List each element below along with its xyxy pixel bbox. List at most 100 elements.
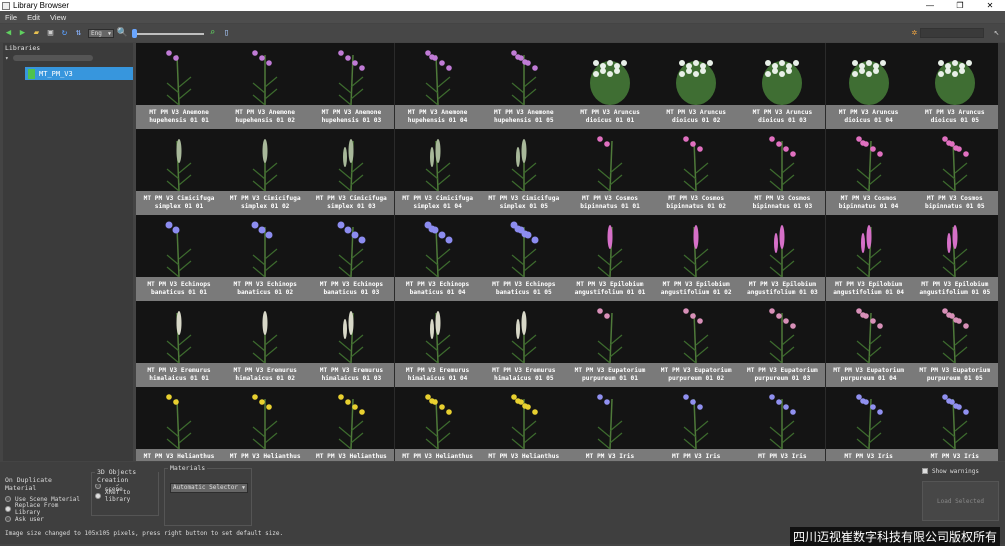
plant-thumbnail[interactable]: MT PM V3 Eupatorium purpureum 01 02 [653,301,740,387]
plant-thumbnail[interactable]: MT PM V3 Cosmos bipinnatus 01 02 [653,129,740,215]
plant-thumbnail[interactable]: MT PM V3 Echinops banaticus 01 02 [222,215,309,301]
plant-thumbnail[interactable]: MT PM V3 Cimicifuga simplex 01 03 [308,129,395,215]
plant-thumbnail[interactable]: MT PM V3 Cosmos bipinnatus 01 03 [739,129,826,215]
plant-thumbnail[interactable]: MT PM V3 Aruncus dioicus 01 01 [567,43,653,129]
plant-thumbnail[interactable]: MT PM V3 Epilobium angustifolium 01 04 [825,215,912,301]
option-label: XRef to library [104,489,131,503]
vertical-scrollbar[interactable] [998,43,1005,461]
option-label: Ask user [15,515,44,523]
plant-thumbnail[interactable]: MT PM V3 Eupatorium purpureum 01 03 [739,301,826,387]
plant-thumbnail[interactable]: MT PM V3 Aruncus dioicus 01 03 [739,43,826,129]
plant-thumbnail[interactable]: MT PM V3 Eremurus himalaicus 01 01 [136,301,222,387]
plant-thumbnail[interactable]: MT PM V3 Eupatorium purpureum 01 05 [911,301,998,387]
plant-thumbnail[interactable]: MT PM V3 Anemone hupehensis 01 03 [308,43,395,129]
plant-thumbnail[interactable]: MT PM V3 Echinops banaticus 01 01 [136,215,222,301]
save-icon[interactable]: ▣ [45,28,56,39]
plant-preview-image [252,311,278,364]
search-input[interactable] [920,28,984,38]
plant-thumbnail[interactable]: MT PM V3 Eupatorium purpureum 01 01 [567,301,653,387]
plant-preview-image [165,221,192,278]
materials-select[interactable]: Automatic Selector ▼ [170,483,248,493]
library-item-mt-pm-v3[interactable]: MT_PM_V3 [25,67,133,80]
plant-thumbnail[interactable]: MT PM V3 Echinops banaticus 01 03 [308,215,395,301]
thumbnail-size-slider[interactable] [132,28,204,38]
plant-thumbnail[interactable]: MT PM V3 Anemone hupehensis 01 04 [394,43,481,129]
zoom-in-icon[interactable]: ⌕ [207,28,218,39]
plant-thumbnail[interactable]: MT PM V3 Eremurus himalaicus 01 02 [222,301,309,387]
plant-thumbnail[interactable]: MT PM V3 Echinops banaticus 01 05 [480,215,567,301]
cursor-icon[interactable]: ↖ [991,28,1002,39]
forward-arrow-icon[interactable]: ▶ [17,28,28,39]
plant-thumbnail[interactable]: MT PM V3 Eremurus himalaicus 01 03 [308,301,395,387]
plant-thumbnail[interactable]: MT PM V3 Helianthus [394,387,481,461]
plant-thumbnail[interactable]: MT PM V3 Iris [653,387,740,461]
library-icon [28,68,35,79]
library-root[interactable]: ▾ [3,53,133,63]
plant-thumbnail[interactable]: MT PM V3 Aruncus dioicus 01 02 [653,43,740,129]
plant-thumbnail[interactable]: MT PM V3 Aruncus dioicus 01 05 [911,43,998,129]
thumbnail-label: MT PM V3 Aruncus dioicus 01 03 [739,105,826,129]
plant-thumbnail[interactable]: MT PM V3 Cimicifuga simplex 01 01 [136,129,222,215]
thumbnail-label: MT PM V3 Cimicifuga simplex 01 03 [308,191,395,215]
minimize-button[interactable]: — [915,1,945,10]
thumbnail-label: MT PM V3 Anemone hupehensis 01 03 [308,105,395,129]
radio-selected-icon[interactable] [95,493,101,499]
plant-thumbnail[interactable]: MT PM V3 Cimicifuga simplex 01 04 [394,129,481,215]
radio-icon[interactable] [5,516,11,522]
radio-icon[interactable] [5,496,11,502]
folder-icon[interactable]: ▰ [31,28,42,39]
materials-group: Materials Automatic Selector ▼ [164,464,252,526]
plant-thumbnail[interactable]: MT PM V3 Epilobium angustifolium 01 05 [911,215,998,301]
plant-thumbnail[interactable]: MT PM V3 Anemone hupehensis 01 05 [480,43,567,129]
plant-preview-image [848,60,889,106]
plant-thumbnail[interactable]: MT PM V3 Epilobium angustifolium 01 02 [653,215,740,301]
plant-thumbnail[interactable]: MT PM V3 Helianthus [136,387,222,461]
option-replace-from-library[interactable]: Replace From Library [5,502,87,516]
refresh-icon[interactable]: ↻ [59,28,70,39]
plant-thumbnail[interactable]: MT PM V3 Helianthus [222,387,309,461]
zoom-out-icon[interactable]: 🔍 [117,28,128,39]
plant-thumbnail[interactable]: MT PM V3 Eremurus himalaicus 01 05 [480,301,567,387]
plant-thumbnail[interactable]: MT PM V3 Epilobium angustifolium 01 01 [567,215,653,301]
expand-icon[interactable]: ▾ [5,55,9,62]
plant-thumbnail[interactable]: MT PM V3 Iris [739,387,826,461]
settings-icon[interactable]: ✲ [909,28,920,39]
back-arrow-icon[interactable]: ◀ [3,28,14,39]
plant-thumbnail[interactable]: MT PM V3 Cosmos bipinnatus 01 01 [567,129,653,215]
plant-thumbnail[interactable]: MT PM V3 Iris [825,387,912,461]
thumbnail-label: MT PM V3 Helianthus [480,449,567,461]
slider-knob[interactable] [132,28,137,38]
radio-selected-icon[interactable] [5,506,11,512]
plant-thumbnail[interactable]: MT PM V3 Epilobium angustifolium 01 03 [739,215,826,301]
plant-thumbnail[interactable]: MT PM V3 Cimicifuga simplex 01 02 [222,129,309,215]
show-warnings-checkbox[interactable]: Show warnings [922,466,979,476]
plant-thumbnail[interactable]: MT PM V3 Aruncus dioicus 01 04 [825,43,912,129]
plant-thumbnail[interactable]: MT PM V3 Cosmos bipinnatus 01 05 [911,129,998,215]
load-selected-button[interactable]: Load Selected [922,481,999,521]
plant-thumbnail[interactable]: MT PM V3 Echinops banaticus 01 04 [394,215,481,301]
maximize-button[interactable]: ❐ [945,1,975,10]
sort-icon[interactable]: ⇅ [73,28,84,39]
menu-view[interactable]: View [45,13,71,22]
thumbnail-label: MT PM V3 Aruncus dioicus 01 04 [825,105,912,129]
checkbox-checked-icon[interactable] [922,468,928,474]
plant-thumbnail[interactable]: MT PM V3 Anemone hupehensis 01 02 [222,43,309,129]
thumbnail-label: MT PM V3 Cimicifuga simplex 01 05 [480,191,567,215]
plant-thumbnail[interactable]: MT PM V3 Helianthus [480,387,567,461]
plant-thumbnail[interactable]: MT PM V3 Eremurus himalaicus 01 04 [394,301,481,387]
plant-thumbnail[interactable]: MT PM V3 Iris [567,387,653,461]
option-xref-to-library[interactable]: XRef to library [95,489,158,503]
document-icon[interactable]: ▯ [221,28,232,39]
plant-thumbnail[interactable]: MT PM V3 Iris [911,387,998,461]
menu-edit[interactable]: Edit [22,13,45,22]
plant-thumbnail[interactable]: MT PM V3 Helianthus [308,387,395,461]
plant-thumbnail[interactable]: MT PM V3 Cosmos bipinnatus 01 04 [825,129,912,215]
plant-thumbnail[interactable]: MT PM V3 Cimicifuga simplex 01 05 [480,129,567,215]
language-select[interactable]: Eng ▼ [88,28,114,38]
menu-file[interactable]: File [0,13,22,22]
close-button[interactable]: ✕ [975,1,1005,10]
plant-preview-image [597,225,623,278]
plant-thumbnail[interactable]: MT PM V3 Eupatorium purpureum 01 04 [825,301,912,387]
plant-thumbnail[interactable]: MT PM V3 Anemone hupehensis 01 01 [136,43,222,129]
thumbnail-label: MT PM V3 Echinops banaticus 01 05 [480,277,567,301]
